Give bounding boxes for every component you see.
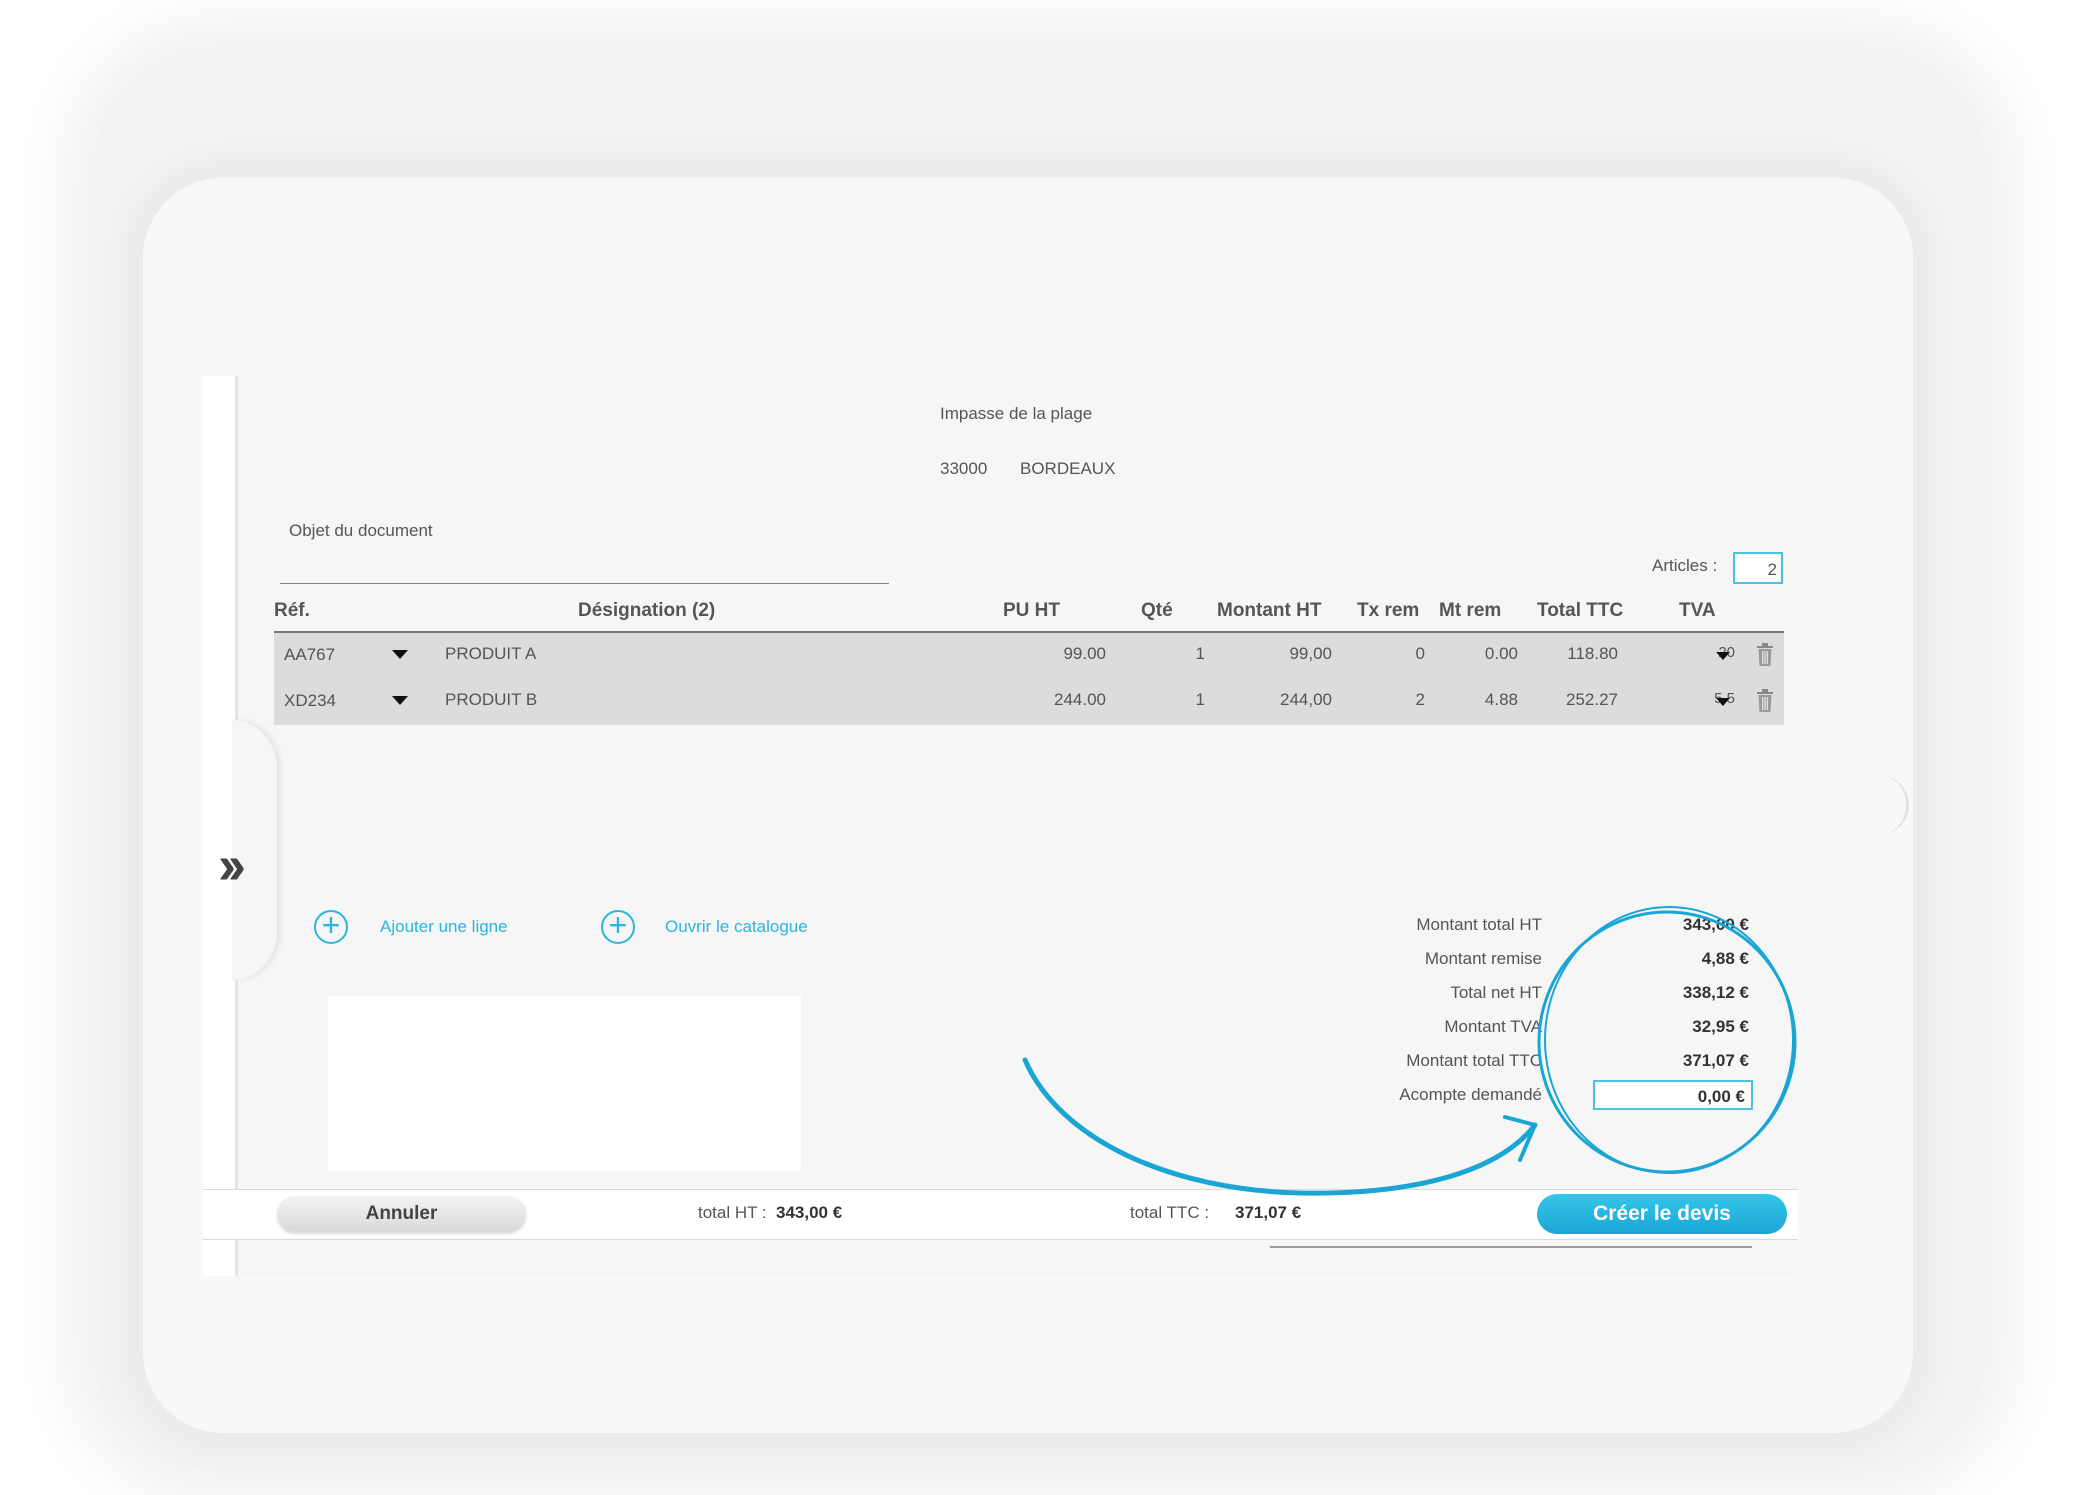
row-2-ref[interactable]: XD234 <box>284 691 336 711</box>
row-1-ref[interactable]: AA767 <box>284 645 335 665</box>
articles-count-field[interactable]: 2 <box>1733 552 1783 584</box>
summary-net-ht-label: Total net HT <box>1450 983 1542 1002</box>
open-catalog-plus-icon[interactable]: + <box>601 909 635 944</box>
trash-icon[interactable] <box>1756 643 1774 667</box>
summary-tva-label: Montant TVA <box>1444 1017 1542 1036</box>
address-street: Impasse de la plage <box>940 404 1093 423</box>
col-header-qte: Qté <box>1141 600 1173 621</box>
row-2-mt-rem: 4.88 <box>1484 690 1518 709</box>
summary-total-ttc-label: Montant total TTC <box>1406 1051 1542 1070</box>
double-chevron-right-icon[interactable]: ›› <box>218 838 246 892</box>
tva-dropdown-icon[interactable] <box>1716 652 1730 660</box>
footer-total-ht-label: total HT : <box>698 1203 767 1222</box>
col-header-total-ttc: Total TTC <box>1537 600 1624 621</box>
summary-net-ht-value: 338,12 € <box>1682 983 1749 1002</box>
col-header-pu-ht: PU HT <box>1003 600 1060 621</box>
row-2-designation[interactable]: PRODUIT B <box>445 690 537 710</box>
summary-total-ttc-value: 371,07 € <box>1682 1051 1749 1070</box>
col-header-designation: Désignation (2) <box>578 600 716 621</box>
row-1-tx-rem[interactable]: 0 <box>1375 644 1425 664</box>
tva-dropdown-icon[interactable] <box>1716 698 1730 706</box>
row-1-montant-ht: 99,00 <box>1289 644 1332 663</box>
row-1-qte[interactable]: 1 <box>1150 644 1205 664</box>
ref-dropdown-icon[interactable] <box>392 650 408 659</box>
row-2-qte[interactable]: 1 <box>1150 690 1205 710</box>
document-object-label: Objet du document <box>289 521 433 540</box>
summary-remise-value: 4,88 € <box>1701 949 1749 968</box>
row-1-total-ttc: 118.80 <box>1567 644 1618 663</box>
row-2-tx-rem[interactable]: 2 <box>1375 690 1425 710</box>
row-2-pu-ht[interactable]: 244.00 <box>1006 690 1106 710</box>
col-header-tx-rem: Tx rem <box>1357 600 1420 621</box>
col-header-montant-ht: Montant HT <box>1217 600 1322 621</box>
acompte-input[interactable]: 0,00 € <box>1593 1080 1753 1110</box>
row-2-montant-ht: 244,00 <box>1280 690 1332 709</box>
row-1-mt-rem: 0.00 <box>1484 644 1518 663</box>
summary-acompte-label: Acompte demandé <box>1399 1085 1542 1104</box>
row-1-designation[interactable]: PRODUIT A <box>445 644 536 664</box>
address-postcode: 33000 <box>940 459 988 478</box>
cancel-button[interactable]: Annuler <box>277 1196 526 1232</box>
articles-label: Articles : <box>1652 556 1718 575</box>
summary-remise-label: Montant remise <box>1424 949 1542 968</box>
trash-icon[interactable] <box>1756 689 1774 713</box>
footer-total-ht-value: 343,00 € <box>776 1203 843 1222</box>
footer-total-ttc-label: total TTC : <box>1130 1203 1210 1222</box>
col-header-mt-rem: Mt rem <box>1439 600 1502 621</box>
row-2-total-ttc: 252.27 <box>1566 690 1618 709</box>
summary-total-ht-label: Montant total HT <box>1416 915 1542 934</box>
summary-tva-value: 32,95 € <box>1692 1017 1749 1036</box>
ref-dropdown-icon[interactable] <box>392 696 408 705</box>
document-object-input[interactable] <box>280 583 889 584</box>
side-panel-toggle[interactable] <box>232 720 277 980</box>
add-line-link[interactable]: Ajouter une ligne <box>380 917 508 937</box>
row-1-pu-ht[interactable]: 99.00 <box>1006 644 1106 664</box>
address-city: BORDEAUX <box>1020 459 1116 478</box>
col-header-tva: TVA <box>1679 600 1716 621</box>
divider-line <box>1270 1246 1752 1248</box>
col-header-ref: Réf. <box>274 600 310 621</box>
notes-area[interactable] <box>328 996 801 1171</box>
add-line-plus-icon[interactable]: + <box>314 909 348 944</box>
create-quote-button[interactable]: Créer le devis <box>1537 1194 1787 1234</box>
summary-total-ht-value: 343,00 € <box>1682 915 1749 934</box>
footer-total-ttc-value: 371,07 € <box>1235 1203 1302 1222</box>
open-catalog-link[interactable]: Ouvrir le catalogue <box>665 917 808 937</box>
